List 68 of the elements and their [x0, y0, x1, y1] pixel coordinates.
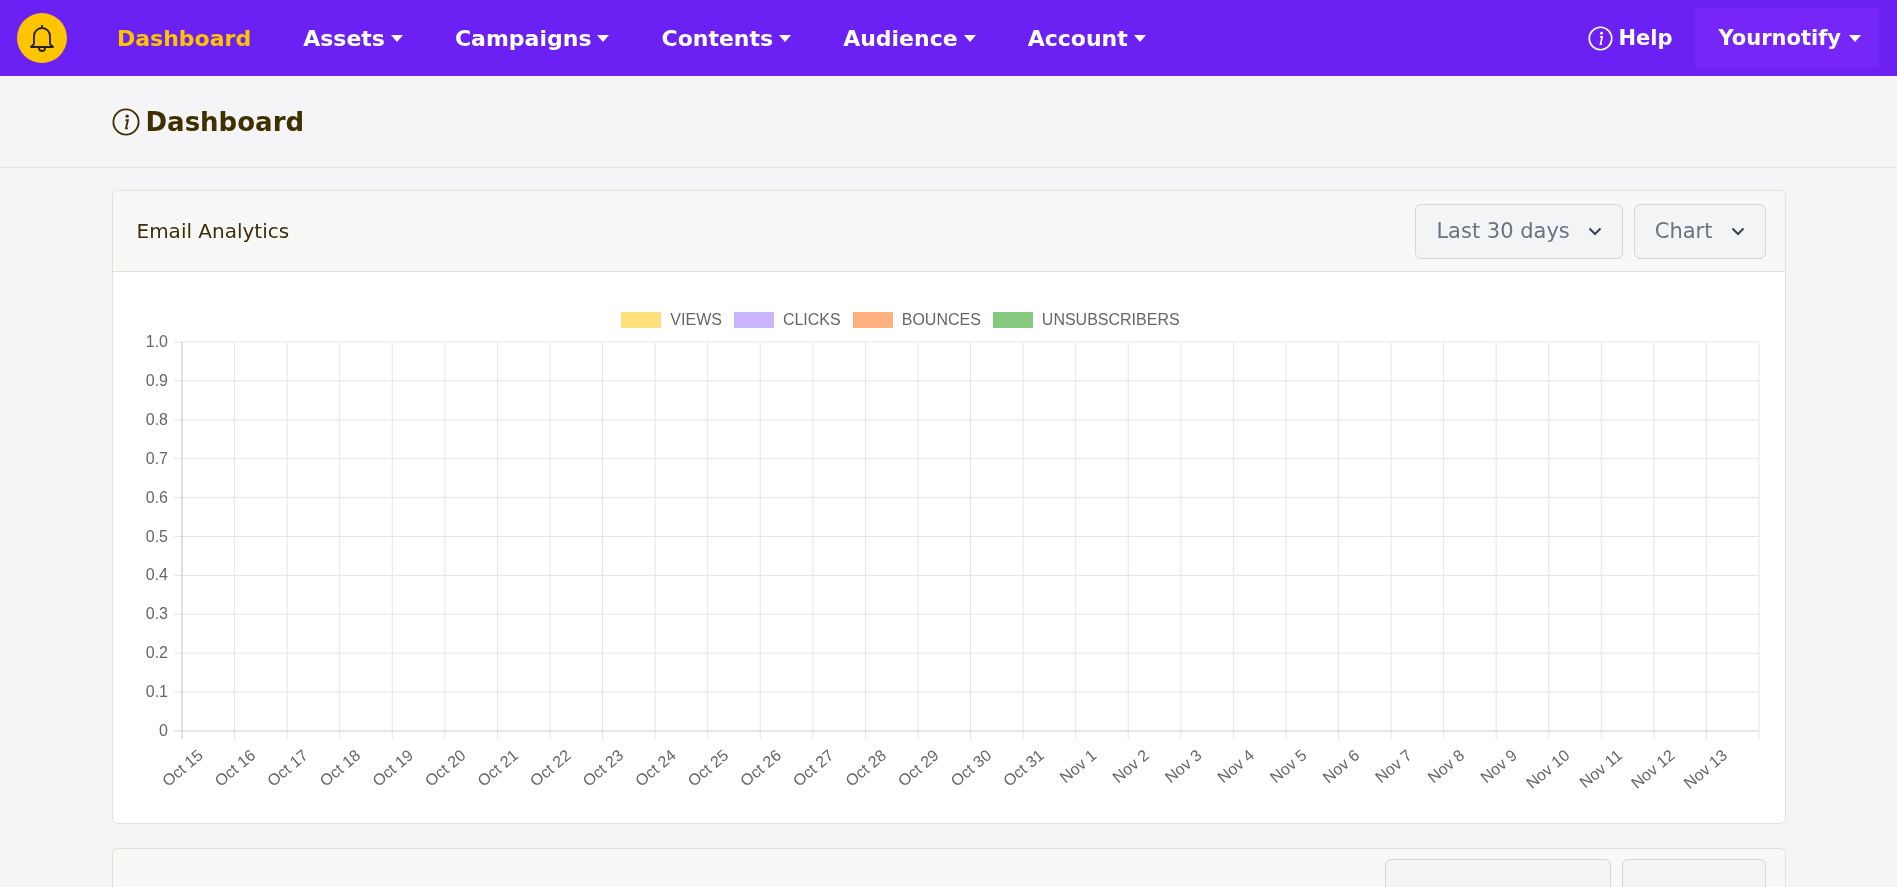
bell-logo-icon[interactable] — [17, 13, 67, 63]
x-axis-label: Oct 25 — [684, 746, 732, 790]
x-axis-label: Nov 9 — [1476, 746, 1520, 787]
x-axis-label: Nov 3 — [1161, 746, 1205, 787]
nav-link[interactable]: Campaigns — [454, 25, 610, 51]
y-axis-label: 0.5 — [145, 527, 168, 545]
x-axis-label: Nov 10 — [1522, 746, 1573, 792]
x-axis-label: Oct 28 — [841, 746, 889, 790]
card-title: Email Analytics — [136, 219, 290, 243]
x-axis-label: Oct 26 — [736, 746, 784, 790]
x-axis-label: Oct 18 — [316, 746, 364, 790]
y-axis-label: 0.2 — [145, 644, 168, 662]
nav-link[interactable]: Account — [1027, 25, 1146, 51]
x-axis-label: Nov 13 — [1680, 746, 1730, 792]
y-axis-label: 0.9 — [145, 371, 168, 389]
caret-icon — [963, 34, 976, 42]
x-axis-label: Oct 24 — [631, 746, 679, 790]
x-axis-label: Nov 7 — [1371, 746, 1415, 787]
nav-link[interactable]: Assets — [303, 25, 403, 51]
y-axis-label: 0.6 — [145, 488, 168, 506]
caret-icon — [597, 34, 610, 42]
caret-icon — [779, 34, 792, 42]
x-axis-label: Oct 20 — [421, 746, 469, 790]
x-axis-label: Oct 30 — [946, 746, 994, 790]
x-axis-label: Oct 29 — [894, 746, 942, 790]
info-icon — [1588, 25, 1614, 51]
account-menu-button[interactable]: Yournotify — [1694, 8, 1879, 68]
caret-icon — [1849, 34, 1861, 42]
x-axis-label: Oct 31 — [999, 746, 1047, 790]
page-title: Dashboard — [145, 106, 305, 137]
x-axis-label: Nov 6 — [1318, 746, 1362, 787]
y-axis-label: 0.3 — [145, 605, 168, 623]
y-axis-label: 1.0 — [145, 333, 168, 350]
legend-label: VIEWS — [670, 311, 722, 329]
x-axis-label: Oct 19 — [368, 746, 416, 790]
x-axis-label: Nov 8 — [1424, 746, 1468, 787]
caret-icon — [390, 34, 403, 42]
x-axis-label: Nov 11 — [1575, 746, 1625, 792]
dropdown-button[interactable]: Chart — [1633, 203, 1766, 259]
info-icon — [111, 107, 140, 136]
nav-link[interactable]: Contents — [661, 25, 792, 51]
chevron-down-icon — [1730, 226, 1745, 236]
x-axis-label: Nov 2 — [1108, 746, 1152, 787]
legend-label: BOUNCES — [901, 311, 981, 329]
x-axis-label: Nov 5 — [1266, 746, 1310, 787]
nav-link[interactable]: Audience — [843, 25, 976, 51]
caret-icon — [1133, 34, 1146, 42]
legend-label: UNSUBSCRIBERS — [1041, 311, 1180, 329]
x-axis-label: Oct 22 — [526, 746, 574, 790]
x-axis-label: Oct 17 — [263, 746, 311, 790]
x-axis-label: Oct 15 — [158, 746, 206, 790]
y-axis-label: 0.4 — [145, 566, 168, 584]
y-axis-label: 0 — [158, 722, 168, 739]
x-axis-label: Nov 1 — [1056, 746, 1100, 787]
x-axis-label: Oct 27 — [789, 746, 837, 790]
x-axis-label: Oct 23 — [578, 746, 626, 790]
help-link[interactable]: Help — [1588, 25, 1673, 51]
chevron-down-icon — [1587, 226, 1602, 236]
x-axis-label: Nov 12 — [1627, 746, 1678, 792]
nav-link[interactable]: Dashboard — [117, 25, 252, 51]
y-axis-label: 0.1 — [145, 683, 168, 701]
y-axis-label: 0.8 — [145, 410, 168, 428]
x-axis-label: Oct 21 — [473, 746, 521, 790]
y-axis-label: 0.7 — [145, 449, 168, 467]
dropdown-button[interactable]: Last 30 days — [1415, 203, 1623, 259]
legend-label: CLICKS — [782, 311, 841, 329]
x-axis-label: Nov 4 — [1213, 746, 1257, 787]
x-axis-label: Oct 16 — [210, 746, 258, 790]
